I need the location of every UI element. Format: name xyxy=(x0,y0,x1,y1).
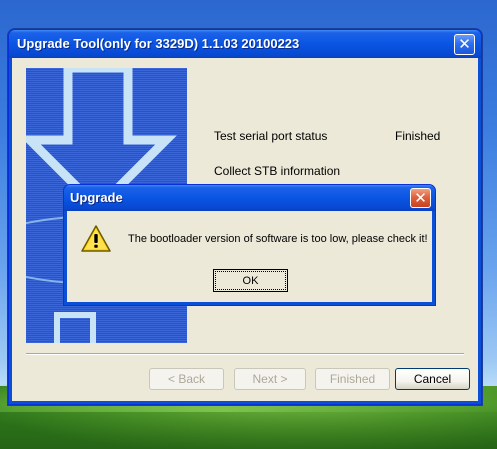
close-icon: ✕ xyxy=(414,188,427,207)
back-button[interactable]: < Back xyxy=(149,368,224,390)
step-label-serial-port: Test serial port status xyxy=(214,129,328,143)
finished-button[interactable]: Finished xyxy=(315,368,390,390)
window-title: Upgrade Tool(only for 3329D) 1.1.03 2010… xyxy=(17,36,300,51)
ok-button[interactable]: OK xyxy=(213,269,288,292)
dialog-close-button[interactable]: ✕ xyxy=(410,188,431,208)
window-titlebar[interactable]: Upgrade Tool(only for 3329D) 1.1.03 2010… xyxy=(9,30,481,58)
next-button[interactable]: Next > xyxy=(234,368,306,390)
dialog-titlebar[interactable]: Upgrade ✕ xyxy=(64,185,435,211)
dialog-title: Upgrade xyxy=(70,190,123,205)
close-icon: ✕ xyxy=(458,35,471,53)
step-label-collect-stb: Collect STB information xyxy=(214,164,341,178)
warning-icon xyxy=(81,225,111,252)
step-status-serial-port: Finished xyxy=(395,129,441,143)
button-separator xyxy=(26,353,464,355)
dialog-client-area: The bootloader version of software is to… xyxy=(67,211,432,302)
window-close-button[interactable]: ✕ xyxy=(454,34,475,55)
cancel-button[interactable]: Cancel xyxy=(395,368,470,390)
dialog-message: The bootloader version of software is to… xyxy=(128,233,428,245)
upgrade-dialog: Upgrade ✕ The bootloader version of soft… xyxy=(63,184,436,306)
